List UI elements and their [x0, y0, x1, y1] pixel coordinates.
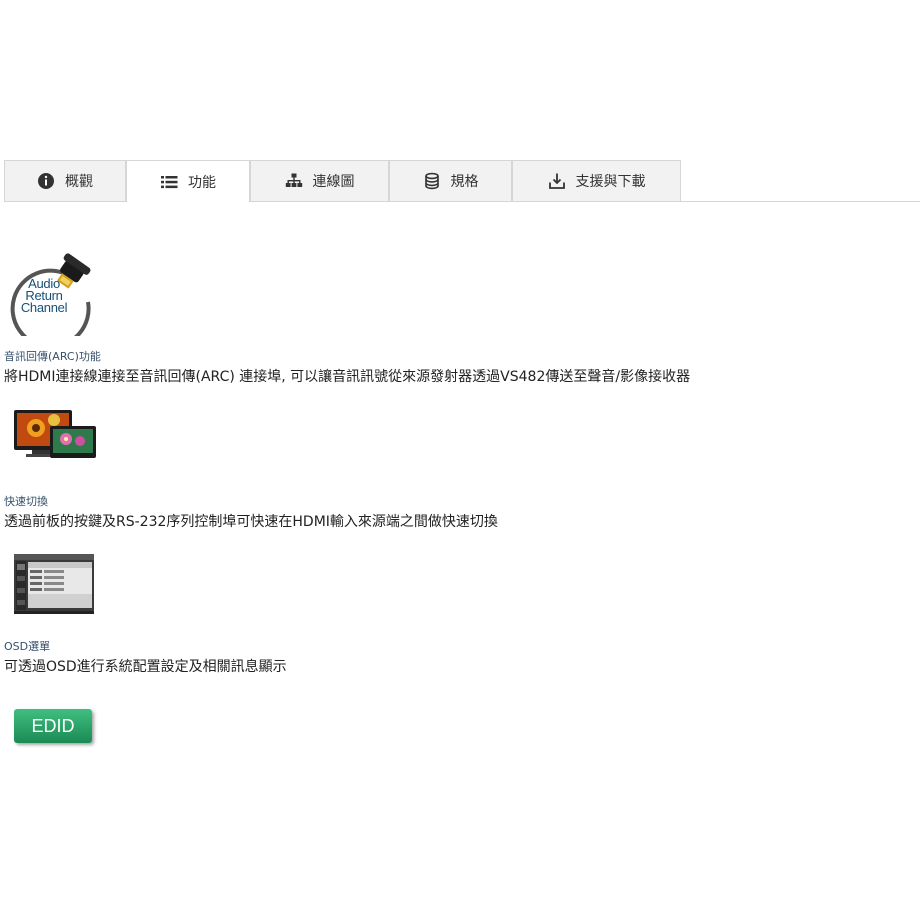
sitemap-icon [285, 172, 303, 190]
feature-description: 可透過OSD進行系統配置設定及相關訊息顯示 [4, 659, 287, 675]
tab-support-download[interactable]: 支援與下載 [512, 160, 681, 201]
tab-connection-diagram[interactable]: 連線圖 [250, 160, 389, 201]
feature-arc: 音訊回傳(ARC)功能 將HDMI連接線連接至音訊回傳(ARC) 連接埠, 可以… [4, 348, 690, 386]
feature-description: 透過前板的按鍵及RS-232序列控制埠可快速在HDMI輸入來源端之間做快速切換 [4, 514, 498, 530]
quick-switching-monitors-image [14, 408, 96, 462]
feature-description: 將HDMI連接線連接至音訊回傳(ARC) 連接埠, 可以讓音訊訊號從來源發射器透… [4, 369, 691, 385]
list-icon [160, 173, 178, 191]
audio-return-channel-logo: Audio Return Channel [10, 250, 100, 349]
logo-text: Channel [20, 300, 68, 315]
info-icon [37, 172, 55, 190]
tab-features[interactable]: 功能 [126, 160, 250, 202]
tab-label: 支援與下載 [575, 174, 646, 190]
tab-label: 概觀 [65, 174, 93, 190]
tab-label: 功能 [188, 174, 216, 191]
osd-menu-screenshot [14, 554, 94, 614]
tab-bar: 概觀 功能 連線圖 規格 支援與下載 [4, 160, 920, 202]
edid-badge: EDID [14, 709, 92, 743]
download-icon [548, 172, 566, 190]
tab-label: 規格 [450, 174, 479, 190]
edid-label: EDID [31, 715, 75, 736]
tab-label: 連線圖 [312, 174, 355, 190]
feature-quick-switching: 快速切換 透過前板的按鍵及RS-232序列控制埠可快速在HDMI輸入來源端之間做… [4, 493, 498, 531]
feature-title: 快速切換 [4, 495, 48, 508]
feature-title: OSD選單 [4, 640, 51, 653]
feature-osd-menu: OSD選單 可透過OSD進行系統配置設定及相關訊息顯示 [4, 638, 287, 676]
tab-overview[interactable]: 概觀 [4, 160, 126, 201]
database-icon [423, 172, 441, 190]
feature-title: 音訊回傳(ARC)功能 [4, 350, 101, 363]
tab-specifications[interactable]: 規格 [389, 160, 512, 201]
